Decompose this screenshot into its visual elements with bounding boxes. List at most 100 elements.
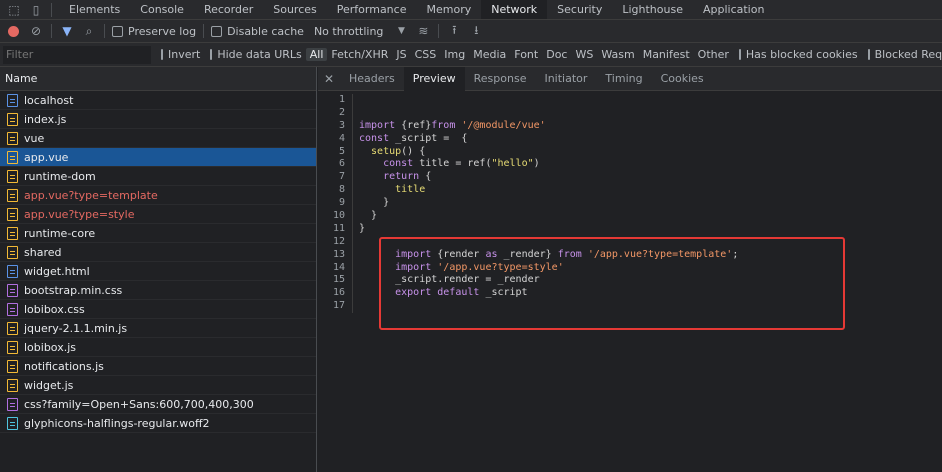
js-file-icon: [7, 226, 18, 240]
request-row[interactable]: runtime-dom: [0, 167, 316, 186]
type-filter-img[interactable]: Img: [440, 48, 469, 61]
request-row[interactable]: index.js: [0, 110, 316, 129]
tab-timing[interactable]: Timing: [596, 67, 651, 91]
request-name: app.vue: [24, 150, 69, 164]
type-filter-doc[interactable]: Doc: [542, 48, 571, 61]
code-token: title: [359, 184, 426, 196]
request-row[interactable]: app.vue: [0, 148, 316, 167]
panel-tab-lighthouse[interactable]: Lighthouse: [612, 0, 693, 19]
search-icon[interactable]: ⌕: [81, 23, 97, 39]
chevron-down-icon[interactable]: ▼: [393, 23, 409, 39]
request-row[interactable]: widget.js: [0, 376, 316, 395]
request-row[interactable]: app.vue?type=style: [0, 205, 316, 224]
request-row[interactable]: vue: [0, 129, 316, 148]
request-row[interactable]: notifications.js: [0, 357, 316, 376]
js-file-icon: [7, 378, 18, 392]
code-token: const: [359, 132, 396, 144]
gutter-divider: [352, 94, 353, 107]
panel-tab-console[interactable]: Console: [130, 0, 194, 19]
clear-icon[interactable]: ⊘: [28, 23, 44, 39]
font-file-icon: [7, 416, 18, 430]
request-row[interactable]: bootstrap.min.css: [0, 281, 316, 300]
has-blocked-cookies-checkbox[interactable]: [738, 49, 741, 60]
blocked-requests-checkbox[interactable]: [867, 49, 870, 60]
panel-tab-performance[interactable]: Performance: [327, 0, 417, 19]
line-number: 11: [332, 222, 345, 234]
request-row[interactable]: jquery-2.1.1.min.js: [0, 319, 316, 338]
disable-cache-label: Disable cache: [227, 24, 304, 38]
tab-cookies[interactable]: Cookies: [652, 67, 713, 91]
blocked-requests-label: Blocked Requests: [874, 48, 942, 61]
request-row[interactable]: runtime-core: [0, 224, 316, 243]
gutter-divider: [352, 210, 353, 223]
request-row[interactable]: shared: [0, 243, 316, 262]
hide-data-urls-checkbox[interactable]: [210, 49, 213, 60]
type-filter-fetchxhr[interactable]: Fetch/XHR: [327, 48, 392, 61]
code-line: 9 }: [318, 197, 942, 211]
js-file-icon: [7, 131, 18, 145]
request-row[interactable]: localhost: [0, 91, 316, 110]
filter-bar: Invert Hide data URLs AllFetch/XHRJSCSSI…: [0, 43, 942, 67]
type-filter-css[interactable]: CSS: [411, 48, 441, 61]
code-token: }: [359, 197, 390, 209]
preserve-log-checkbox[interactable]: [112, 25, 123, 37]
panel-tab-sources[interactable]: Sources: [263, 0, 327, 19]
request-row[interactable]: widget.html: [0, 262, 316, 281]
panel-tab-security[interactable]: Security: [547, 0, 612, 19]
request-row[interactable]: glyphicons-halflings-regular.woff2: [0, 414, 316, 433]
type-filter-all[interactable]: All: [305, 48, 328, 61]
code-line: 4 const _script = {: [318, 132, 942, 146]
css-file-icon: [7, 397, 18, 411]
inspect-element-icon[interactable]: ⬚: [6, 2, 22, 18]
filter-icon[interactable]: ▼: [59, 23, 75, 39]
type-filter-manifest[interactable]: Manifest: [639, 48, 694, 61]
network-conditions-icon[interactable]: ≋: [415, 23, 431, 39]
name-column-header[interactable]: Name: [0, 67, 316, 91]
tab-response[interactable]: Response: [465, 67, 536, 91]
invert-checkbox[interactable]: [161, 49, 163, 60]
request-list: localhost index.js vue app.vue runtime-dom ap…: [0, 91, 316, 433]
css-file-icon: [7, 283, 18, 297]
close-icon[interactable]: ✕: [318, 72, 340, 86]
panel-tab-recorder[interactable]: Recorder: [194, 0, 263, 19]
panel-tab-application[interactable]: Application: [693, 0, 774, 19]
filter-input[interactable]: [3, 45, 151, 64]
disable-cache-checkbox[interactable]: [211, 25, 223, 37]
type-filter-media[interactable]: Media: [469, 48, 510, 61]
type-filter-wasm[interactable]: Wasm: [597, 48, 638, 61]
type-filter-other[interactable]: Other: [694, 48, 733, 61]
tab-initiator[interactable]: Initiator: [535, 67, 596, 91]
panel-tab-network[interactable]: Network: [481, 0, 548, 19]
request-row[interactable]: lobibox.js: [0, 338, 316, 357]
line-number: 13: [332, 248, 345, 260]
divider: [51, 24, 52, 38]
request-name: widget.js: [24, 378, 74, 392]
export-har-icon[interactable]: ⭳: [468, 23, 484, 39]
type-filter-ws[interactable]: WS: [571, 48, 597, 61]
tab-headers[interactable]: Headers: [340, 67, 404, 91]
record-stop-icon[interactable]: [8, 25, 19, 37]
panel-tab-memory[interactable]: Memory: [416, 0, 481, 19]
panel-tab-elements[interactable]: Elements: [59, 0, 130, 19]
resource-type-filters: All Fetch/XHR JS CSS Img Media Font Doc WS Wasm Ma…: [305, 48, 733, 61]
css-file-icon: [7, 302, 18, 316]
request-name: runtime-dom: [24, 169, 96, 183]
gutter-divider: [352, 261, 353, 275]
tab-preview[interactable]: Preview: [403, 66, 465, 91]
type-filter-font[interactable]: Font: [510, 48, 542, 61]
has-blocked-cookies-label: Has blocked cookies: [745, 48, 858, 61]
line-number: 15: [332, 274, 345, 286]
import-har-icon[interactable]: ⭱: [446, 23, 462, 39]
throttling-select[interactable]: No throttling: [314, 25, 383, 38]
request-row[interactable]: lobibox.css: [0, 300, 316, 319]
js-file-icon: [7, 207, 18, 221]
js-file-icon: [7, 321, 18, 335]
type-filter-js[interactable]: JS: [392, 48, 410, 61]
line-number: 14: [332, 261, 345, 273]
code-line: 8 title: [318, 184, 942, 198]
request-row[interactable]: app.vue?type=template: [0, 186, 316, 205]
panel-tabs: Elements Console Recorder Sources Performanc…: [59, 0, 774, 19]
line-number: 8: [338, 184, 345, 196]
device-toolbar-icon[interactable]: ▯: [28, 2, 44, 18]
request-row[interactable]: css?family=Open+Sans:600,700,400,300: [0, 395, 316, 414]
